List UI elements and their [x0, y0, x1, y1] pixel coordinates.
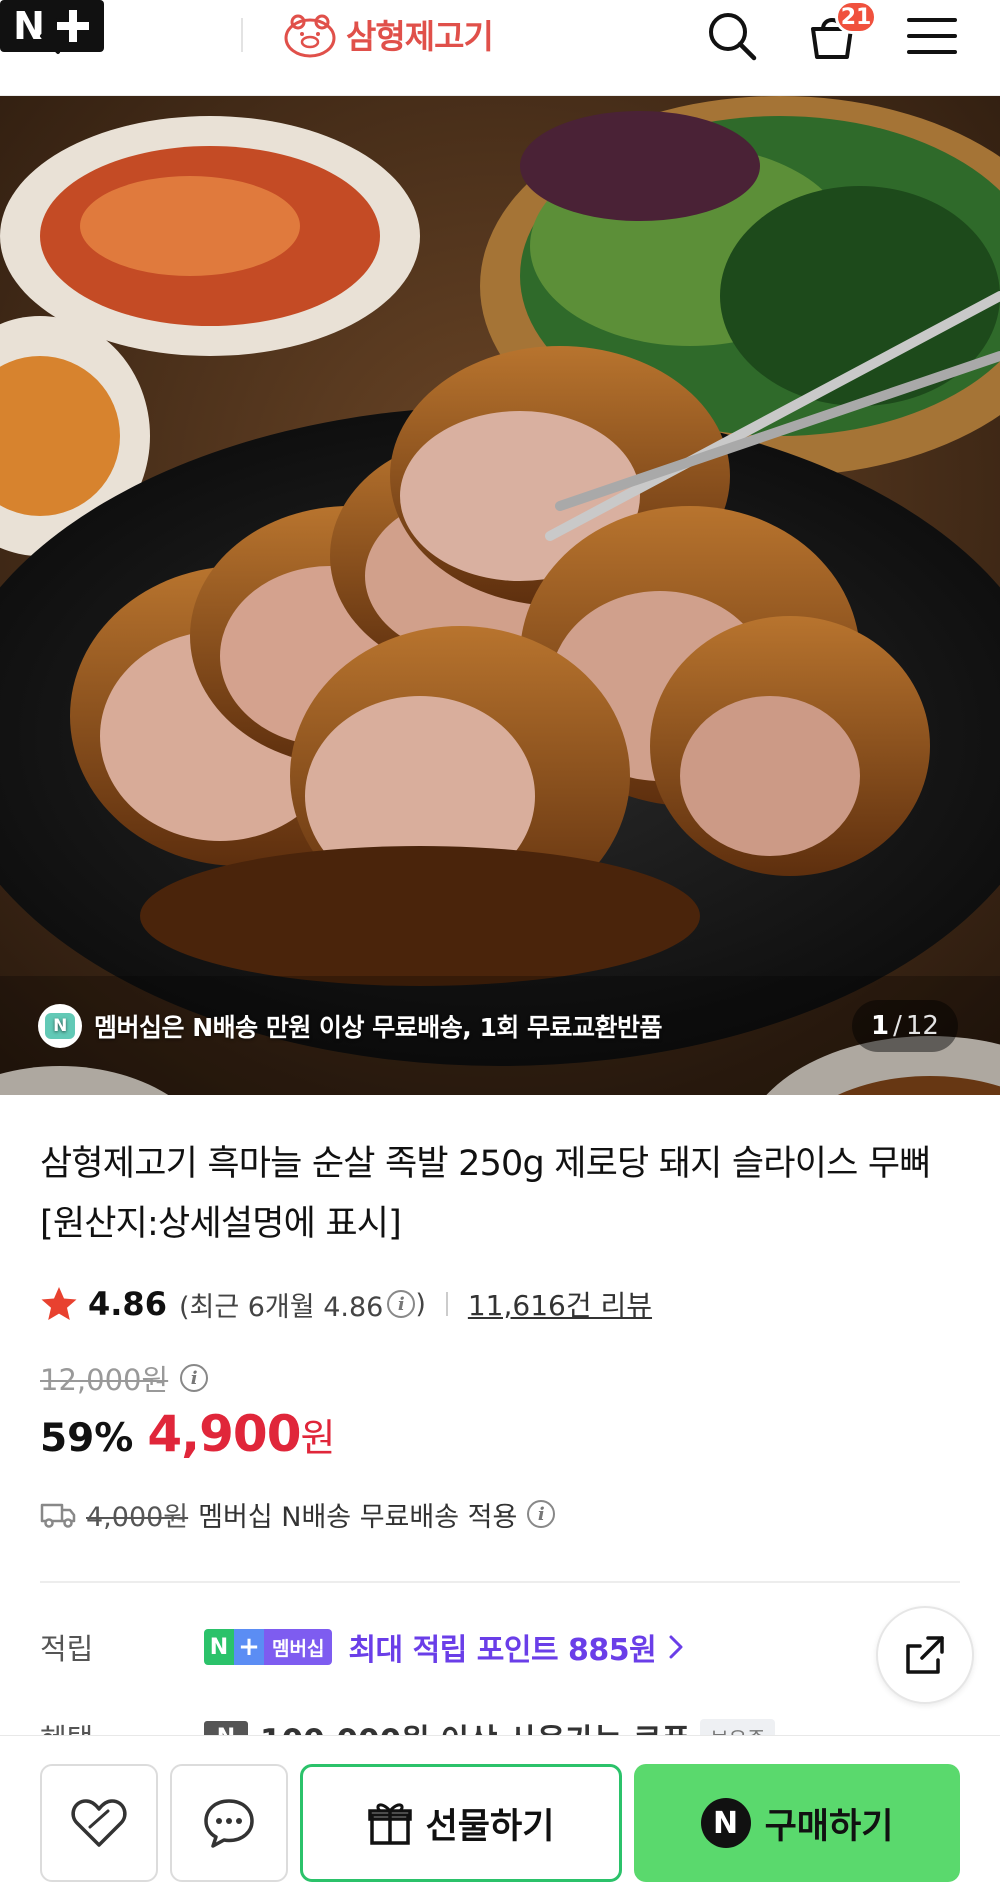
delivery-truck-icon: [40, 1503, 76, 1528]
chevron-right-icon: [669, 1635, 683, 1659]
wishlist-button[interactable]: [40, 1764, 158, 1882]
points-label: 적립: [40, 1632, 94, 1666]
gift-icon: [367, 1803, 412, 1845]
buy-n-icon: N: [700, 1798, 751, 1848]
product-title: 삼형제고기 흑마늘 순살 족발 250g 제로당 돼지 슬라이스 무뼈 [원산지…: [40, 1144, 931, 1244]
original-delivery-fee: 4,000원: [86, 1501, 189, 1533]
plus-icon: [55, 8, 91, 44]
search-icon: [709, 13, 757, 61]
brand-pig-logo-icon: [284, 14, 336, 58]
membership-badge-plus: +: [234, 1629, 264, 1665]
original-price-row: 12,000원 i: [40, 1356, 209, 1400]
n-delivery-badge-letter: N: [45, 1013, 75, 1039]
membership-notice-banner[interactable]: N 멤버십은 N배송 만원 이상 무료배송, 1회 무료교환반품: [38, 1000, 663, 1052]
menu-button[interactable]: [900, 4, 964, 68]
delivery-row: 4,000원 멤버십 N배송 무료배송 적용 i: [40, 1492, 556, 1536]
original-price: 12,000원: [40, 1363, 169, 1397]
share-icon: [906, 1636, 944, 1674]
price-unit: 원: [300, 1416, 336, 1460]
membership-notice-text: 멤버십은 N배송 만원 이상 무료배송, 1회 무료교환반품: [94, 1013, 663, 1042]
price-info-icon[interactable]: i: [180, 1364, 209, 1392]
page-total: 12: [905, 1011, 939, 1041]
buy-button-label: 구매하기: [764, 1806, 894, 1847]
buy-button[interactable]: N 구매하기: [634, 1764, 960, 1882]
recent-rating: (최근 6개월 4.86 i ): [179, 1285, 426, 1324]
page-current: 1: [871, 1011, 890, 1041]
n-delivery-badge-icon: N: [38, 1004, 82, 1048]
rating-divider: [445, 1292, 448, 1316]
delivery-info-icon[interactable]: i: [527, 1500, 556, 1528]
max-points-text: 최대 적립 포인트 885원: [348, 1633, 657, 1668]
header-divider: [241, 18, 243, 52]
star-icon: [41, 1287, 77, 1320]
chat-icon: [204, 1799, 254, 1848]
gift-button[interactable]: 선물하기: [300, 1764, 622, 1882]
membership-badge-n: N: [204, 1629, 234, 1665]
product-photo: [0, 96, 1000, 1095]
gift-button-label: 선물하기: [425, 1806, 555, 1847]
rating-row: 4.86 (최근 6개월 4.86 i ) 11,616건 리뷰: [40, 1282, 652, 1326]
sale-price-row: 59% 4,900 원: [40, 1405, 335, 1475]
image-page-counter: 1 / 12: [852, 1000, 958, 1052]
chat-button[interactable]: [170, 1764, 288, 1882]
membership-badge-text: 멤버십: [264, 1629, 333, 1665]
points-row[interactable]: 적립 N + 멤버십 최대 적립 포인트 885원: [40, 1622, 940, 1672]
recent-rating-close: ): [415, 1288, 426, 1320]
delivery-text: 멤버십 N배송 무료배송 적용: [198, 1501, 518, 1533]
share-button[interactable]: [876, 1606, 974, 1704]
search-button[interactable]: [700, 4, 764, 68]
section-divider: [40, 1581, 960, 1583]
membership-badge: N + 멤버십: [204, 1629, 333, 1665]
info-icon[interactable]: i: [387, 1290, 416, 1318]
sale-price: 4,900: [147, 1405, 301, 1463]
bottom-action-bar: 선물하기 N 구매하기: [0, 1735, 1000, 1889]
review-count-link[interactable]: 11,616건 리뷰: [468, 1284, 652, 1324]
top-header: N 삼형제고기 21: [0, 0, 1000, 96]
hamburger-menu-icon: [907, 18, 957, 54]
recent-rating-label: (최근 6개월 4.86: [178, 1291, 384, 1323]
page-separator: /: [893, 1011, 902, 1041]
discount-rate: 59%: [40, 1416, 134, 1461]
cart-count-badge: 21: [835, 0, 877, 34]
rating-value: 4.86: [88, 1285, 167, 1323]
product-image-carousel[interactable]: [0, 96, 1000, 1095]
brand-name: 삼형제고기: [346, 17, 494, 56]
heart-icon: [71, 1799, 127, 1847]
brand-store-link[interactable]: 삼형제고기: [280, 8, 494, 60]
